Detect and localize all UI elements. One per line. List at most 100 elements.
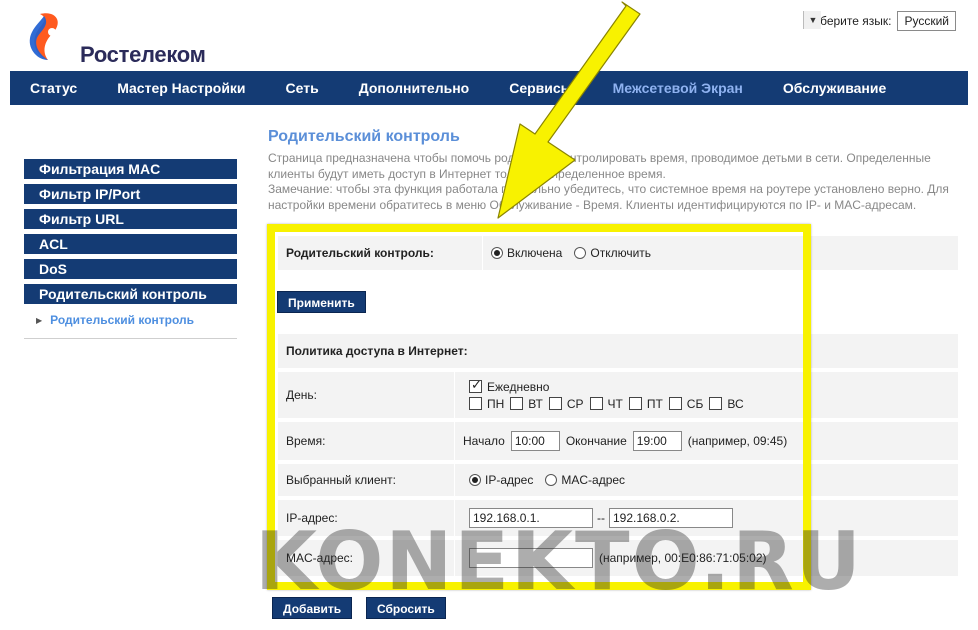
parental-control-row: Родительский контроль: Включена Отключит… bbox=[278, 236, 958, 270]
checkbox-day-sun[interactable]: ВС bbox=[709, 396, 744, 411]
mac-input[interactable] bbox=[469, 548, 593, 568]
nav-network[interactable]: Сеть bbox=[266, 71, 339, 105]
nav-maintenance[interactable]: Обслуживание bbox=[763, 71, 906, 105]
checkbox-daily[interactable]: Ежедневно bbox=[469, 377, 550, 394]
policy-heading-row: Политика доступа в Интернет: bbox=[278, 334, 958, 368]
radio-client-ip-label: IP-адрес bbox=[485, 473, 534, 487]
day-sun-label: ВС bbox=[727, 396, 744, 411]
description-text-1: Страница предназначена чтобы помочь роди… bbox=[268, 151, 931, 181]
main-content: Родительский контроль Страница предназна… bbox=[268, 128, 968, 213]
checkbox-day-thu-box[interactable] bbox=[589, 397, 603, 410]
nav-services[interactable]: Сервисы bbox=[489, 71, 592, 105]
checkbox-day-sat[interactable]: СБ bbox=[668, 396, 704, 411]
checkbox-day-mon[interactable]: ПН bbox=[469, 397, 504, 411]
nav-status[interactable]: Статус bbox=[10, 71, 97, 105]
rostelecom-logo: Ростелеком bbox=[22, 8, 212, 68]
sidebar-subitem-label: Родительский контроль bbox=[50, 313, 195, 327]
parental-control-label: Родительский контроль: bbox=[286, 246, 434, 260]
page-description: Страница предназначена чтобы помочь роди… bbox=[268, 151, 963, 213]
page-title: Родительский контроль bbox=[268, 128, 460, 145]
sidebar-item-ip-port-filter[interactable]: Фильтр IP/Port bbox=[24, 184, 237, 204]
checkbox-daily-label: Ежедневно bbox=[487, 379, 550, 394]
radio-client-mac[interactable]: MAC-адрес bbox=[545, 473, 625, 487]
sidebar-item-url-filter[interactable]: Фильтр URL bbox=[24, 209, 237, 229]
time-inputs: Начало 10:00 Окончание 19:00 (например, … bbox=[455, 422, 958, 460]
time-start-label: Начало bbox=[463, 434, 505, 448]
reset-button[interactable]: Сбросить bbox=[366, 597, 446, 619]
checkbox-day-mon-box[interactable] bbox=[469, 397, 482, 410]
mac-hint: (например, 00:E0:86:71:05:02) bbox=[599, 551, 767, 565]
language-selector: Выберите язык: Русский ▼ bbox=[803, 11, 956, 31]
day-thu-label: ЧТ bbox=[607, 396, 623, 411]
time-row: Время: Начало 10:00 Окончание 19:00 (нап… bbox=[278, 422, 958, 460]
radio-client-mac-indicator[interactable] bbox=[545, 474, 558, 486]
checkbox-day-wed-box[interactable] bbox=[548, 397, 562, 410]
ip-label: IP-адрес: bbox=[286, 511, 338, 525]
brand-name: Ростелеком bbox=[80, 42, 206, 67]
sidebar: Фильтрация MAC Фильтр IP/Port Фильтр URL… bbox=[24, 159, 237, 339]
radio-disabled-label: Отключить bbox=[590, 246, 652, 260]
day-wed-label: СР bbox=[566, 396, 584, 411]
sidebar-item-mac-filter[interactable]: Фильтрация MAC bbox=[24, 159, 237, 179]
radio-disabled-indicator[interactable] bbox=[574, 247, 587, 259]
radio-enabled-indicator[interactable] bbox=[491, 247, 503, 259]
checkbox-day-tue-box[interactable] bbox=[510, 397, 524, 410]
day-tue-label: ВТ bbox=[528, 396, 543, 411]
time-hint: (например, 09:45) bbox=[687, 434, 788, 448]
client-label: Выбранный клиент: bbox=[286, 473, 396, 487]
bullet-icon: ▶ bbox=[36, 315, 43, 325]
ip-inputs: 192.168.0.1. -- 192.168.0.2. bbox=[455, 500, 958, 536]
nav-advanced[interactable]: Дополнительно bbox=[339, 71, 489, 105]
ip-row: IP-адрес: 192.168.0.1. -- 192.168.0.2. bbox=[278, 500, 958, 536]
time-end-label: Окончание bbox=[565, 434, 627, 448]
mac-row: MAC-адрес: (например, 00:E0:86:71:05:02) bbox=[278, 540, 958, 576]
checkbox-day-fri-box[interactable] bbox=[628, 397, 642, 410]
time-end-input[interactable]: 19:00 bbox=[632, 431, 682, 451]
day-fri-label: ПТ bbox=[646, 396, 663, 411]
checkbox-daily-box[interactable] bbox=[469, 377, 482, 393]
description-text-2: Замечание: чтобы эта функция работала пр… bbox=[268, 182, 949, 212]
checkbox-day-sat-box[interactable] bbox=[668, 397, 682, 410]
time-start-input[interactable]: 10:00 bbox=[510, 431, 560, 451]
day-options: Ежедневно ПН ВТ СР ЧТ ПТ СБ ВС bbox=[455, 372, 958, 418]
radio-client-mac-label: MAC-адрес bbox=[561, 473, 626, 487]
ip-to-input[interactable]: 192.168.0.2. bbox=[609, 508, 733, 528]
language-label: Выберите язык: bbox=[803, 14, 892, 28]
radio-client-ip[interactable]: IP-адрес bbox=[469, 473, 533, 487]
checkbox-day-fri[interactable]: ПТ bbox=[628, 396, 663, 411]
client-options: IP-адрес MAC-адрес bbox=[455, 464, 958, 496]
mac-inputs: (например, 00:E0:86:71:05:02) bbox=[455, 540, 958, 576]
checkbox-day-thu[interactable]: ЧТ bbox=[589, 396, 623, 411]
rostelecom-logo-icon bbox=[29, 13, 58, 61]
mac-label: MAC-адрес: bbox=[286, 551, 354, 565]
day-row: День: Ежедневно ПН ВТ СР ЧТ ПТ СБ ВС bbox=[278, 372, 958, 418]
sidebar-item-dos[interactable]: DoS bbox=[24, 259, 237, 279]
language-value: Русский bbox=[904, 14, 949, 28]
ip-from-input[interactable]: 192.168.0.1. bbox=[469, 508, 593, 528]
sidebar-subitem-parental-control[interactable]: ▶ Родительский контроль bbox=[24, 311, 237, 329]
day-mon-label: ПН bbox=[487, 396, 505, 411]
sidebar-divider bbox=[24, 338, 237, 339]
top-navigation: Статус Мастер Настройки Сеть Дополнитель… bbox=[10, 71, 968, 105]
parental-control-options: Включена Отключить bbox=[483, 236, 958, 270]
radio-enabled[interactable]: Включена bbox=[491, 246, 562, 260]
apply-button[interactable]: Применить bbox=[277, 291, 366, 313]
radio-enabled-label: Включена bbox=[507, 246, 563, 260]
checkbox-day-sun-box[interactable] bbox=[709, 397, 723, 410]
checkbox-day-wed[interactable]: СР bbox=[548, 396, 584, 411]
policy-heading: Политика доступа в Интернет: bbox=[286, 344, 468, 358]
checkbox-day-tue[interactable]: ВТ bbox=[510, 397, 543, 411]
radio-client-ip-indicator[interactable] bbox=[469, 474, 481, 486]
nav-firewall[interactable]: Межсетевой Экран bbox=[593, 71, 763, 105]
client-row: Выбранный клиент: IP-адрес MAC-адрес bbox=[278, 464, 958, 496]
radio-disabled[interactable]: Отключить bbox=[574, 246, 651, 260]
sidebar-item-parental-control[interactable]: Родительский контроль bbox=[24, 284, 237, 304]
day-sat-label: СБ bbox=[686, 396, 704, 411]
add-button[interactable]: Добавить bbox=[272, 597, 353, 619]
day-label: День: bbox=[286, 388, 318, 402]
nav-setup-wizard[interactable]: Мастер Настройки bbox=[97, 71, 265, 105]
ip-range-dash: -- bbox=[597, 511, 605, 525]
sidebar-item-acl[interactable]: ACL bbox=[24, 234, 237, 254]
language-select[interactable]: Русский ▼ bbox=[803, 11, 956, 31]
time-label: Время: bbox=[286, 434, 326, 448]
